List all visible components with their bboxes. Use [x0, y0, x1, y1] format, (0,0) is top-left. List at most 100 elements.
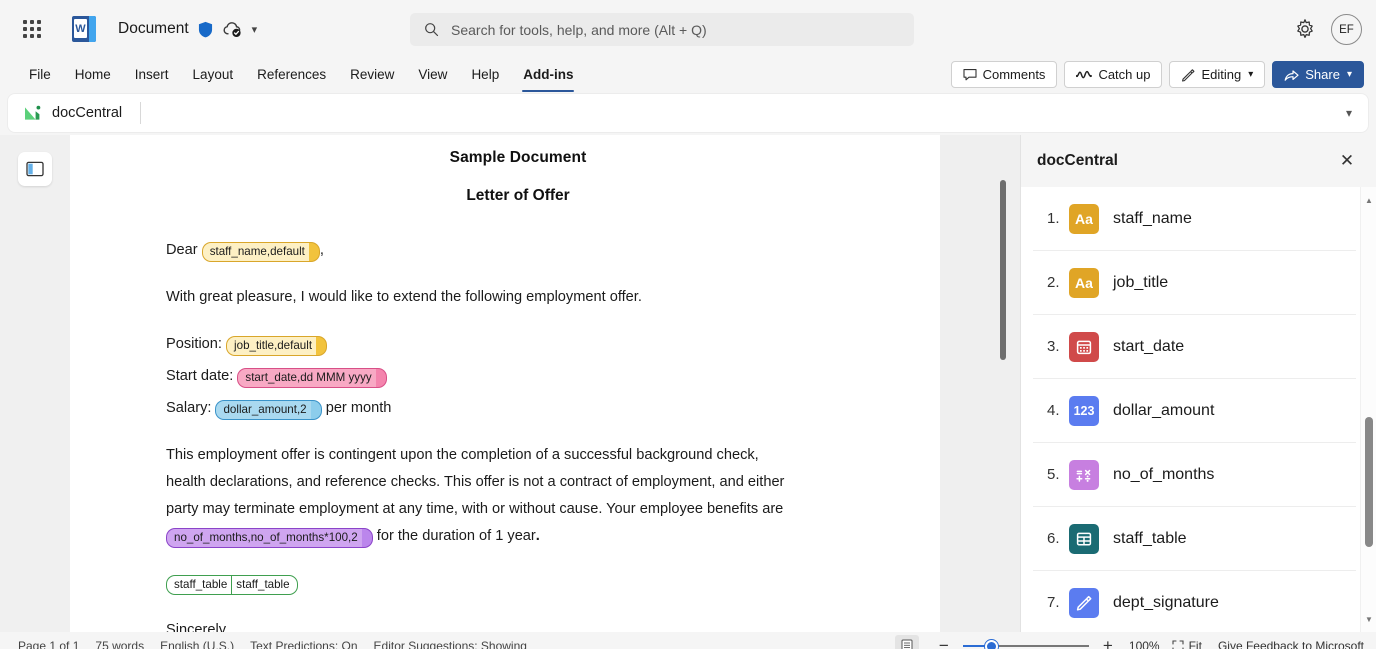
zoom-out-button[interactable]: − — [933, 635, 955, 649]
content-control-staff-table-label-a: staff_table — [166, 575, 232, 595]
list-item[interactable]: 6. staff_table — [1033, 507, 1356, 571]
feedback-link[interactable]: Give Feedback to Microsoft — [1218, 639, 1364, 649]
zoom-slider-knob[interactable] — [984, 640, 998, 649]
search-box[interactable] — [410, 13, 914, 46]
body-line-2: health declarations, and reference check… — [166, 474, 785, 490]
status-text-predictions[interactable]: Text Predictions: On — [250, 639, 357, 649]
content-control-staff-name[interactable]: staff_name,default — [201, 242, 320, 262]
search-input[interactable] — [451, 21, 900, 38]
catch-up-icon — [1076, 70, 1093, 79]
task-pane-scrollbar-thumb[interactable] — [1365, 417, 1373, 547]
content-control-job-title-tag — [316, 336, 328, 356]
start-date-paragraph: Start date: start_date,dd MMM yyyy — [166, 363, 870, 390]
status-language[interactable]: English (U.S.) — [160, 639, 234, 649]
tab-file[interactable]: File — [18, 63, 62, 86]
left-rail — [0, 135, 70, 632]
salutation-suffix: , — [319, 242, 324, 258]
fit-label: Fit — [1188, 639, 1202, 649]
comments-button[interactable]: Comments — [950, 61, 1058, 88]
toggle-navigation-pane-button[interactable] — [18, 152, 52, 186]
tab-insert[interactable]: Insert — [124, 63, 180, 86]
zoom-level-label[interactable]: 100% — [1129, 639, 1160, 649]
status-bar: Page 1 of 1 75 words English (U.S.) Text… — [0, 632, 1376, 649]
list-item[interactable]: 5. no_of_months — [1033, 443, 1356, 507]
task-pane-scrollbar[interactable]: ▲ ▼ — [1360, 187, 1376, 632]
document-title[interactable]: Document — [118, 20, 189, 38]
title-chevron-down-icon[interactable]: ▾ — [252, 23, 258, 36]
list-item-label: start_date — [1113, 337, 1185, 355]
tab-references[interactable]: References — [246, 63, 337, 86]
staff-table-paragraph: staff_table staff_table — [166, 570, 870, 597]
share-button[interactable]: Share ▾ — [1272, 61, 1364, 88]
table-icon — [1069, 523, 1099, 554]
catch-up-label: Catch up — [1098, 67, 1151, 82]
print-layout-view-button[interactable] — [894, 635, 919, 649]
zoom-in-button[interactable]: + — [1097, 635, 1119, 649]
cloud-saved-icon[interactable] — [223, 21, 242, 38]
scroll-down-icon[interactable]: ▼ — [1364, 614, 1374, 624]
calculation-glyph — [1076, 469, 1091, 482]
status-editor-suggestions[interactable]: Editor Suggestions: Showing — [374, 639, 527, 649]
document-heading-title: Sample Document — [449, 149, 587, 166]
document-page[interactable]: Sample Document Letter of Offer Dear sta… — [70, 135, 940, 632]
content-control-start-date-tag — [375, 368, 387, 388]
content-control-start-date-label: start_date,dd MMM yyyy — [237, 368, 376, 388]
document-heading-subtitle: Letter of Offer — [466, 187, 570, 204]
list-item-number: 3. — [1047, 338, 1060, 355]
doccentral-logo-icon — [25, 105, 41, 120]
content-control-dollar-amount[interactable]: dollar_amount,2 — [215, 400, 322, 420]
content-control-staff-name-tag — [308, 242, 320, 262]
task-pane-header: docCentral ✕ — [1021, 135, 1376, 187]
editing-mode-button[interactable]: Editing ▾ — [1169, 61, 1266, 88]
app-launcher-button[interactable] — [14, 11, 50, 47]
content-control-dollar-amount-label: dollar_amount,2 — [215, 400, 311, 420]
tab-add-ins[interactable]: Add-ins — [512, 63, 584, 92]
text-field-icon: Aa — [1069, 267, 1099, 298]
list-item[interactable]: 4. 123 dollar_amount — [1033, 379, 1356, 443]
list-item[interactable]: 2. Aa job_title — [1033, 251, 1356, 315]
addin-name[interactable]: docCentral — [52, 105, 122, 121]
list-item[interactable]: 1. Aa staff_name — [1033, 187, 1356, 251]
document-scrollbar-thumb[interactable] — [1000, 180, 1006, 360]
salary-label: Salary: — [166, 400, 212, 416]
list-item[interactable]: 7. dept_signature — [1033, 571, 1356, 632]
addin-collapse-chevron-icon[interactable]: ▾ — [1346, 106, 1352, 120]
text-field-icon: Aa — [1069, 203, 1099, 234]
status-page[interactable]: Page 1 of 1 — [18, 639, 79, 649]
tab-help[interactable]: Help — [460, 63, 510, 86]
list-item-label: staff_table — [1113, 529, 1187, 547]
content-control-job-title[interactable]: job_title,default — [226, 336, 328, 356]
list-item[interactable]: 3. start_date — [1033, 315, 1356, 379]
status-word-count[interactable]: 75 words — [95, 639, 144, 649]
task-pane: docCentral ✕ 1. Aa staff_name 2. Aa job_… — [1020, 135, 1376, 632]
tab-home[interactable]: Home — [64, 63, 122, 86]
calendar-icon — [1069, 331, 1099, 362]
content-control-no-of-months-label: no_of_months,no_of_months*100,2 — [166, 528, 362, 548]
table-glyph — [1076, 532, 1092, 546]
body-line-4: no_of_months,no_of_months*100,2 for the … — [166, 523, 870, 550]
intro-paragraph: With great pleasure, I would like to ext… — [166, 289, 642, 305]
content-control-no-of-months-tag — [361, 528, 373, 548]
share-chevron-down-icon: ▾ — [1346, 69, 1352, 80]
tab-review[interactable]: Review — [339, 63, 405, 86]
content-control-staff-table[interactable]: staff_table staff_table — [166, 575, 298, 595]
gear-icon[interactable] — [1294, 18, 1316, 40]
ribbon-actions: Comments Catch up Editing ▾ Share ▾ — [950, 58, 1364, 91]
content-control-no-of-months[interactable]: no_of_months,no_of_months*100,2 — [166, 528, 373, 548]
document-canvas: Sample Document Letter of Offer Dear sta… — [70, 135, 1020, 632]
catch-up-button[interactable]: Catch up — [1064, 61, 1163, 88]
salary-paragraph: Salary: dollar_amount,2 per month — [166, 395, 870, 422]
tab-view[interactable]: View — [407, 63, 458, 86]
close-icon[interactable]: ✕ — [1334, 148, 1360, 174]
salutation-paragraph: Dear staff_name,default, — [166, 237, 870, 264]
tab-layout[interactable]: Layout — [182, 63, 245, 86]
content-control-start-date[interactable]: start_date,dd MMM yyyy — [237, 368, 387, 388]
avatar[interactable]: EF — [1331, 14, 1362, 45]
share-label: Share — [1305, 67, 1340, 82]
content-control-dollar-amount-tag — [310, 400, 322, 420]
body-line-3: party may terminate employment at any ti… — [166, 501, 784, 517]
fit-button[interactable]: Fit — [1172, 639, 1202, 649]
scroll-up-icon[interactable]: ▲ — [1364, 195, 1374, 205]
zoom-slider[interactable] — [962, 635, 1089, 649]
body-line-1: This employment offer is contingent upon… — [166, 447, 759, 463]
